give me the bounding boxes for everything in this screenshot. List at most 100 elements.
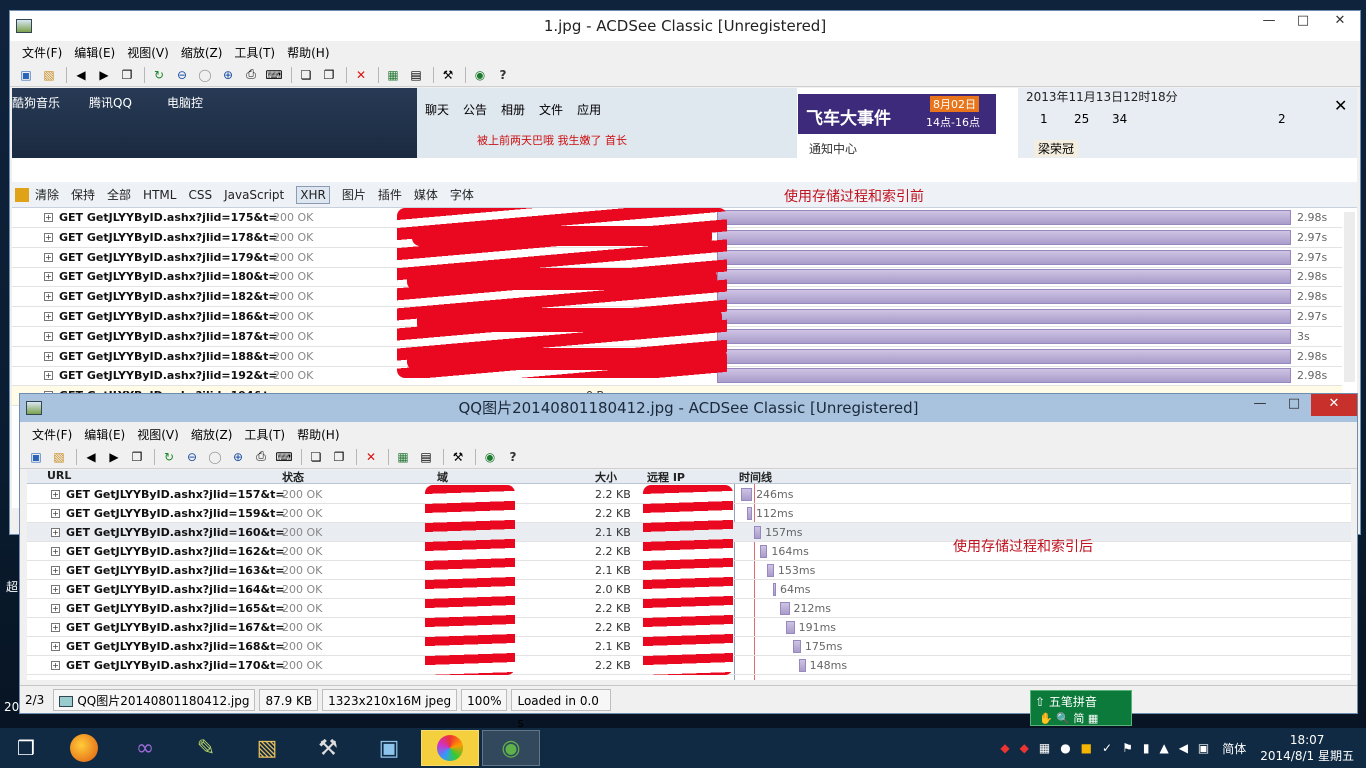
tray-network-icon[interactable]: ▦ [1039,741,1050,755]
maximize-button[interactable]: □ [1286,11,1320,33]
expand-toggle-icon[interactable]: + [44,312,53,321]
slideshow-icon[interactable]: ▦ [393,448,413,466]
scan-icon[interactable]: ⌨ [264,66,284,84]
previous-icon[interactable]: ◀ [71,66,91,84]
zoom-fit-icon[interactable]: ◯ [205,448,225,466]
close-button[interactable]: ✕ [1320,11,1360,33]
tray-language[interactable]: 简体 [1222,740,1246,757]
scan-icon[interactable]: ⌨ [274,448,294,466]
menu-tools[interactable]: 工具(T) [244,426,285,443]
expand-toggle-icon[interactable]: + [44,371,53,381]
fb-html[interactable]: HTML [143,188,176,202]
menu-view[interactable]: 视图(V) [137,426,179,443]
zoom-in-icon[interactable]: ⊕ [218,66,238,84]
fb-fonts[interactable]: 字体 [450,186,474,203]
zoom-in-icon[interactable]: ⊕ [228,448,248,466]
scrollbar[interactable] [1344,212,1355,382]
menu-zoom[interactable]: 缩放(Z) [191,426,233,443]
expand-toggle-icon[interactable]: + [51,585,60,594]
col-remote-ip[interactable]: 远程 IP [647,470,685,483]
browse-icon[interactable]: ▣ [16,66,36,84]
menu-zoom[interactable]: 缩放(Z) [181,44,223,61]
tray-display-icon[interactable]: ▣ [1198,741,1209,755]
tray-flag-icon[interactable]: ⚑ [1122,741,1133,755]
menu-help[interactable]: 帮助(H) [297,426,339,443]
menu-view[interactable]: 视图(V) [127,44,169,61]
maximize-button[interactable]: □ [1277,394,1311,416]
copy-image-icon[interactable]: ❐ [127,448,147,466]
tools-app-icon[interactable]: ⚒ [299,730,357,766]
minimize-button[interactable]: — [1243,394,1277,416]
properties-icon[interactable]: ▤ [416,448,436,466]
browse-icon[interactable]: ▣ [26,448,46,466]
next-icon[interactable]: ▶ [104,448,124,466]
help-icon[interactable]: ? [493,66,513,84]
menu-edit[interactable]: 编辑(E) [74,44,115,61]
properties-icon[interactable]: ▤ [406,66,426,84]
print-icon[interactable]: ⎙ [251,448,271,466]
expand-toggle-icon[interactable]: + [51,547,60,556]
tray-app-icon[interactable]: ◆ [1000,741,1009,755]
tray-battery-icon[interactable]: ▮ [1143,741,1150,755]
col-size[interactable]: 大小 [595,470,617,483]
paste-icon[interactable]: ❐ [319,66,339,84]
fb-clear[interactable]: 清除 [35,186,59,203]
copy-icon[interactable]: ❏ [306,448,326,466]
tray-app-icon-2[interactable]: ◆ [1020,741,1029,755]
expand-toggle-icon[interactable]: + [44,331,53,341]
copy-image-icon[interactable]: ❐ [117,66,137,84]
window-titlebar[interactable]: QQ图片20140801180412.jpg - ACDSee Classic … [20,394,1357,422]
tools-icon[interactable]: ⚒ [448,448,468,466]
slideshow-icon[interactable]: ▦ [383,66,403,84]
expand-toggle-icon[interactable]: + [51,642,60,651]
col-domain[interactable]: 域 [437,470,448,483]
tray-speaker-icon[interactable]: ■ [1081,741,1092,755]
help-icon[interactable]: ? [503,448,523,466]
expand-toggle-icon[interactable]: + [51,490,60,499]
acdsee-taskbar-icon[interactable]: ◉ [482,730,540,766]
col-status[interactable]: 状态 [282,470,304,483]
refresh-icon[interactable]: ↻ [149,66,169,84]
expand-toggle-icon[interactable]: + [51,528,60,537]
expand-toggle-icon[interactable]: + [44,252,53,262]
start-button[interactable]: ❒ [0,730,52,766]
tray-volume-icon[interactable]: ◀ [1179,741,1188,755]
menu-tools[interactable]: 工具(T) [234,44,275,61]
tray-qq-icon[interactable]: ● [1060,741,1070,755]
col-timeline[interactable]: 时间线 [739,470,772,483]
notepad-icon[interactable]: ✎ [177,730,235,766]
color-app-icon[interactable] [421,730,479,766]
fb-xhr[interactable]: XHR [296,185,330,204]
menu-help[interactable]: 帮助(H) [287,44,329,61]
expand-toggle-icon[interactable]: + [44,272,53,282]
delete-icon[interactable]: ✕ [361,448,381,466]
expand-toggle-icon[interactable]: + [51,623,60,632]
close-button[interactable]: ✕ [1311,394,1357,416]
close-x-icon[interactable]: ✕ [1334,96,1347,115]
col-url[interactable]: URL [47,470,71,482]
expand-toggle-icon[interactable]: + [51,509,60,518]
fb-all[interactable]: 全部 [107,186,131,203]
refresh-icon[interactable]: ↻ [159,448,179,466]
eye-icon[interactable]: ◉ [480,448,500,466]
window-titlebar[interactable]: 1.jpg - ACDSee Classic [Unregistered] — … [10,11,1360,41]
explorer-icon[interactable]: ▧ [238,730,296,766]
expand-toggle-icon[interactable]: + [51,661,60,670]
ime-toolbar[interactable]: ⇧ 五笔拼音 ✋ 🔍 简 ▦ [1030,690,1132,726]
expand-toggle-icon[interactable]: + [44,351,53,361]
acdsee-window-second[interactable]: QQ图片20140801180412.jpg - ACDSee Classic … [19,393,1358,730]
expand-toggle-icon[interactable]: + [44,292,53,302]
fb-css[interactable]: CSS [188,188,212,202]
eye-icon[interactable]: ◉ [470,66,490,84]
tools-icon[interactable]: ⚒ [438,66,458,84]
copy-icon[interactable]: ❏ [296,66,316,84]
zoom-out-icon[interactable]: ⊖ [172,66,192,84]
zoom-fit-icon[interactable]: ◯ [195,66,215,84]
tray-security-icon[interactable]: ✓ [1102,741,1112,755]
menu-file[interactable]: 文件(F) [32,426,72,443]
visual-studio-icon[interactable]: ∞ [116,730,174,766]
image-view[interactable]: URL 状态 域 大小 远程 IP 时间线 + GET GetJLYYByID.a… [27,470,1351,680]
tray-clock[interactable]: 18:07 2014/8/1 星期五 [1260,732,1354,764]
fb-media[interactable]: 媒体 [414,186,438,203]
paste-icon[interactable]: ❐ [329,448,349,466]
